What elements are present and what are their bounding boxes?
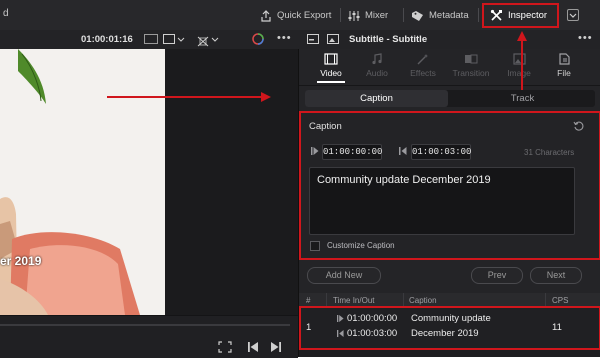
chevron-down-icon <box>211 37 219 42</box>
viewer-toolbar: 01:00:01:16 ••• Subtitle - Subtitle ••• <box>0 30 600 50</box>
inspector-tab-row: Video Audio Effects Transition Image Fil… <box>299 49 600 86</box>
video-frame-image <box>0 49 165 315</box>
add-new-label: Add New <box>325 270 363 280</box>
tag-icon <box>412 10 423 21</box>
quick-export-label: Quick Export <box>277 10 332 21</box>
column-divider <box>403 293 404 307</box>
viewer-empty-area <box>165 49 298 315</box>
skip-back-icon[interactable] <box>247 341 259 353</box>
mixer-button[interactable]: Mixer <box>348 7 388 24</box>
transform-icon <box>197 36 209 47</box>
video-viewer: er 2019 <box>0 49 165 315</box>
skip-forward-icon[interactable] <box>270 341 282 353</box>
tab-video[interactable]: Video <box>313 53 349 83</box>
subtitle-overlay-text: er 2019 <box>0 254 42 268</box>
top-toolbar: d Quick Export Mixer Metadata Inspector <box>0 0 600 31</box>
active-tab-underline <box>317 81 345 83</box>
tab-file[interactable]: File <box>546 53 582 83</box>
magic-wand-icon <box>417 54 428 65</box>
davinci-resolve-window: d Quick Export Mixer Metadata Inspector … <box>0 0 600 358</box>
fit-view-icon[interactable] <box>218 341 232 353</box>
subtitle-table: # Time In/Out Caption CPS 1 01:00:00:00 … <box>299 293 600 357</box>
inspector-title: Subtitle - Subtitle <box>349 34 428 45</box>
viewer-mode-dropdown[interactable] <box>163 34 189 45</box>
tab-effects[interactable]: Effects <box>403 53 443 83</box>
prev-button[interactable]: Prev <box>471 267 523 284</box>
next-button[interactable]: Next <box>530 267 582 284</box>
prev-label: Prev <box>487 270 507 280</box>
music-note-icon <box>372 53 382 65</box>
file-icon <box>558 53 570 65</box>
toolbar-divider <box>403 8 404 22</box>
toolbar-divider <box>478 8 479 22</box>
playback-scrubber[interactable] <box>0 324 290 326</box>
subtab-caption-label: Caption <box>360 93 393 104</box>
tab-label: Effects <box>410 68 436 78</box>
viewer-transport-bar <box>0 315 298 358</box>
chevron-down-icon <box>569 13 577 18</box>
metadata-label: Metadata <box>429 10 469 21</box>
quick-export-button[interactable]: Quick Export <box>260 7 331 24</box>
subtitle-clip-icon <box>307 34 319 44</box>
mixer-label: Mixer <box>365 10 389 21</box>
caption-highlight-box <box>299 111 600 260</box>
color-wheel-icon[interactable] <box>252 33 264 45</box>
table-header-num: # <box>306 296 311 305</box>
subtab-track-label: Track <box>510 93 535 104</box>
chevron-down-icon <box>177 37 185 42</box>
toolbar-divider <box>340 8 341 22</box>
inspector-options-icon[interactable]: ••• <box>578 32 593 44</box>
metadata-button[interactable]: Metadata <box>411 7 469 24</box>
tab-audio[interactable]: Audio <box>359 53 395 83</box>
table-header-row: # Time In/Out Caption CPS <box>299 293 600 307</box>
column-divider <box>326 293 327 307</box>
film-icon <box>324 53 338 65</box>
export-icon <box>261 9 271 22</box>
viewer-timecode: 01:00:01:16 <box>81 34 133 45</box>
table-header-time: Time In/Out <box>333 296 375 305</box>
tab-label: File <box>557 68 571 78</box>
toolbar-left-fragment: d <box>3 8 9 19</box>
table-row-highlight-box <box>299 306 600 350</box>
add-new-button[interactable]: Add New <box>307 267 381 284</box>
inspector-panel: Video Audio Effects Transition Image Fil… <box>298 31 600 357</box>
tab-label: Video <box>320 68 342 78</box>
tab-transition[interactable]: Transition <box>449 53 493 83</box>
monitor-icon <box>163 34 175 44</box>
annotation-arrow-right <box>107 92 271 102</box>
viewer-size-button[interactable] <box>144 34 158 44</box>
table-header-caption: Caption <box>409 296 437 305</box>
transform-dropdown[interactable] <box>197 34 223 47</box>
subtab-caption[interactable]: Caption <box>305 90 448 107</box>
tab-label: Audio <box>366 68 388 78</box>
caption-track-switch: Caption Track <box>305 90 595 107</box>
clip-thumbnail-icon <box>327 34 339 44</box>
subtab-track[interactable]: Track <box>450 90 595 107</box>
annotation-arrow-up <box>517 31 527 97</box>
next-label: Next <box>546 270 566 280</box>
mixer-sliders-icon <box>348 10 360 21</box>
collapse-button[interactable] <box>567 9 579 21</box>
viewer-options-icon[interactable]: ••• <box>277 32 292 44</box>
column-divider <box>545 293 546 307</box>
table-header-cps: CPS <box>552 296 569 305</box>
inspector-highlight-box <box>482 3 559 28</box>
transition-icon <box>465 54 478 64</box>
tab-label: Transition <box>452 68 490 78</box>
